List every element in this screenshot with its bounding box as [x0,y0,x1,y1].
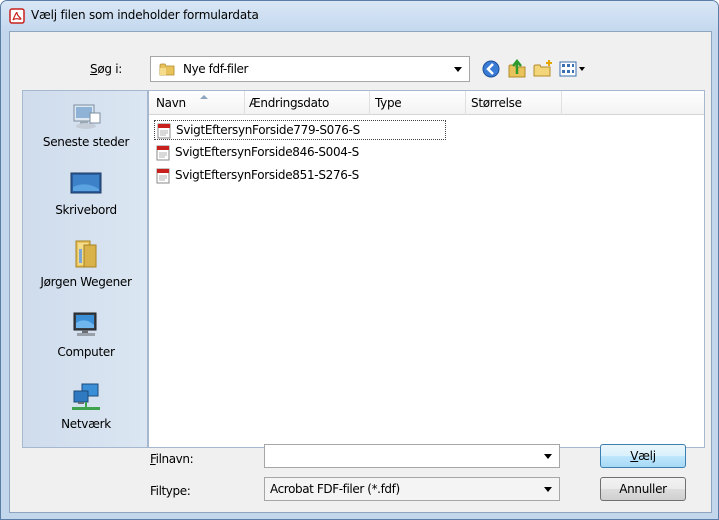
network-icon [72,383,100,410]
filename-field[interactable] [264,444,560,468]
file-name: SvigtEftersynForside846-S004-S [175,145,359,159]
dialog-client-area: Søg i: Nye fdf-filer Seneste steder Skri… [9,31,712,513]
sort-ascending-icon [200,95,208,99]
column-header-type[interactable]: Type [375,96,402,110]
filetype-dropdown[interactable]: Acrobat FDF-filer (*.fdf) [264,477,560,501]
column-header-name[interactable]: Navn [156,95,208,110]
cancel-button[interactable]: Annuller [600,477,686,501]
pdf-icon [9,8,25,24]
place-label: Skrivebord [55,203,117,217]
column-divider[interactable] [561,91,562,115]
back-icon[interactable] [480,58,502,80]
title-bar[interactable]: Vælj filen som indeholder formulardata [1,1,718,31]
column-divider[interactable] [465,91,466,115]
fdf-file-icon [156,168,170,184]
new-folder-icon[interactable] [532,58,554,80]
fdf-file-icon [156,145,170,161]
filetype-label: Filtype: [150,484,191,498]
file-name: SvigtEftersynForside779-S076-S [176,123,360,137]
lookin-label: Søg i: [90,62,122,76]
column-header-size[interactable]: Størrelse [471,96,522,110]
view-menu-icon[interactable] [558,58,588,80]
place-label: Jørgen Wegener [40,275,132,289]
file-row[interactable]: SvigtEftersynForside846-S004-S [154,143,454,163]
file-name: SvigtEftersynForside851-S276-S [175,168,359,182]
place-recent[interactable]: Seneste steder [23,99,149,167]
place-network[interactable]: Netværk [23,381,149,449]
open-button[interactable]: Vælj [600,444,686,468]
desktop-icon [70,172,102,194]
column-headers: Navn Ændringsdato Type Størrelse [149,91,704,115]
column-divider[interactable] [244,91,245,115]
chevron-down-icon[interactable] [544,487,552,492]
place-user[interactable]: Jørgen Wegener [23,239,149,307]
open-file-dialog: Vælj filen som indeholder formulardata S… [0,0,719,520]
places-bar: Seneste steder Skrivebord Jørgen Wegener [22,90,148,448]
recent-places-icon [73,104,101,129]
place-computer[interactable]: Computer [23,309,149,377]
column-header-date[interactable]: Ændringsdato [249,96,329,110]
file-list[interactable]: Navn Ændringsdato Type Størrelse SvigtEf… [148,90,705,448]
up-folder-icon[interactable] [506,58,528,80]
file-row[interactable]: SvigtEftersynForside779-S076-S [154,120,446,140]
place-label: Netværk [61,417,111,431]
filetype-value: Acrobat FDF-filer (*.fdf) [270,482,400,496]
fdf-file-icon [157,123,171,139]
column-divider[interactable] [369,91,370,115]
lookin-dropdown[interactable]: Nye fdf-filer [150,56,470,82]
folder-icon [159,63,175,76]
chevron-down-icon[interactable] [544,454,552,459]
place-label: Computer [57,345,115,359]
file-row[interactable]: SvigtEftersynForside851-S276-S [154,166,454,186]
place-desktop[interactable]: Skrivebord [23,167,149,235]
window-title: Vælj filen som indeholder formulardata [31,8,259,22]
filename-label: Filnavn: [150,452,194,466]
place-label: Seneste steder [42,135,130,149]
computer-icon [73,312,97,336]
lookin-value: Nye fdf-filer [183,62,249,76]
user-folder-icon [75,240,97,268]
chevron-down-icon[interactable] [454,67,462,72]
